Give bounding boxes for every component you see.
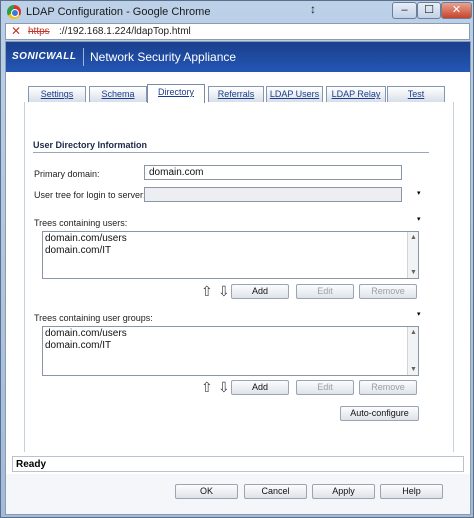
- tab-referrals[interactable]: Referrals: [208, 86, 264, 102]
- tick-marker: ▾: [417, 216, 421, 223]
- url-text: ://192.168.1.224/ldapTop.html: [59, 26, 191, 37]
- tab-directory[interactable]: Directory: [147, 84, 205, 103]
- scroll-up-icon[interactable]: ▲: [409, 328, 418, 337]
- title-bar[interactable]: LDAP Configuration - Google Chrome ↕ – ☐…: [1, 1, 473, 23]
- auto-configure-button[interactable]: Auto-configure: [340, 406, 419, 421]
- add-group-tree-button[interactable]: Add: [231, 380, 289, 395]
- edit-user-tree-button[interactable]: Edit: [296, 284, 354, 299]
- remove-group-tree-button[interactable]: Remove: [359, 380, 417, 395]
- url-protocol: https: [28, 26, 50, 37]
- move-up-icon[interactable]: ⇧: [201, 284, 213, 298]
- close-window-button[interactable]: ✕: [441, 2, 472, 19]
- scrollbar[interactable]: ▲ ▼: [407, 232, 418, 278]
- address-bar[interactable]: ✕ https ://192.168.1.224/ldapTop.html: [5, 23, 470, 40]
- remove-user-tree-button[interactable]: Remove: [359, 284, 417, 299]
- tick-marker: ▾: [417, 190, 421, 197]
- tab-ldap-relay[interactable]: LDAP Relay: [326, 86, 386, 102]
- list-item[interactable]: domain.com/IT: [45, 245, 111, 256]
- scroll-up-icon[interactable]: ▲: [409, 233, 418, 242]
- status-text: Ready: [16, 459, 47, 470]
- banner-divider: [83, 48, 84, 66]
- trees-groups-list[interactable]: domain.com/users domain.com/IT ▲ ▼: [42, 326, 419, 376]
- tab-schema[interactable]: Schema: [89, 86, 147, 102]
- sonicwall-logo: SONICWALL: [12, 51, 77, 62]
- window-title: LDAP Configuration - Google Chrome: [26, 6, 211, 18]
- user-tree-label: User tree for login to server:: [34, 190, 146, 200]
- chrome-icon: [7, 5, 21, 19]
- scroll-down-icon[interactable]: ▼: [409, 268, 418, 277]
- certificate-error-icon[interactable]: ✕: [11, 25, 24, 38]
- tab-test[interactable]: Test: [387, 86, 445, 102]
- tab-settings[interactable]: Settings: [28, 86, 86, 102]
- scroll-down-icon[interactable]: ▼: [409, 365, 418, 374]
- move-up-icon[interactable]: ⇧: [201, 380, 213, 394]
- section-title: User Directory Information: [33, 140, 148, 150]
- tab-ldap-users[interactable]: LDAP Users: [266, 86, 323, 102]
- move-down-icon[interactable]: ⇩: [218, 284, 230, 298]
- apply-button[interactable]: Apply: [312, 484, 375, 499]
- trees-users-label: Trees containing users:: [34, 218, 128, 228]
- primary-domain-label: Primary domain:: [34, 169, 100, 179]
- list-item[interactable]: domain.com/users: [45, 328, 127, 339]
- list-item[interactable]: domain.com/IT: [45, 340, 111, 351]
- product-name: Network Security Appliance: [90, 50, 237, 64]
- move-down-icon[interactable]: ⇩: [218, 380, 230, 394]
- scrollbar[interactable]: ▲ ▼: [407, 327, 418, 375]
- add-user-tree-button[interactable]: Add: [231, 284, 289, 299]
- header-banner: SONICWALL Network Security Appliance: [6, 42, 470, 72]
- help-button[interactable]: Help: [380, 484, 443, 499]
- resize-arrow-icon: ↕: [310, 2, 316, 16]
- minimize-button[interactable]: –: [392, 2, 417, 19]
- browser-window: LDAP Configuration - Google Chrome ↕ – ☐…: [0, 0, 474, 518]
- cancel-button[interactable]: Cancel: [244, 484, 307, 499]
- trees-groups-label: Trees containing user groups:: [34, 313, 153, 323]
- tick-marker: ▾: [417, 311, 421, 318]
- primary-domain-input[interactable]: [144, 165, 402, 180]
- trees-users-list[interactable]: domain.com/users domain.com/IT ▲ ▼: [42, 231, 419, 279]
- ok-button[interactable]: OK: [175, 484, 238, 499]
- page-content: SONICWALL Network Security Appliance Set…: [5, 41, 471, 515]
- status-bar: Ready: [12, 456, 464, 472]
- user-tree-input[interactable]: [144, 187, 402, 202]
- footer-bar: OK Cancel Apply Help: [6, 474, 470, 514]
- section-divider: [33, 152, 429, 153]
- edit-group-tree-button[interactable]: Edit: [296, 380, 354, 395]
- maximize-button[interactable]: ☐: [417, 2, 441, 19]
- list-item[interactable]: domain.com/users: [45, 233, 127, 244]
